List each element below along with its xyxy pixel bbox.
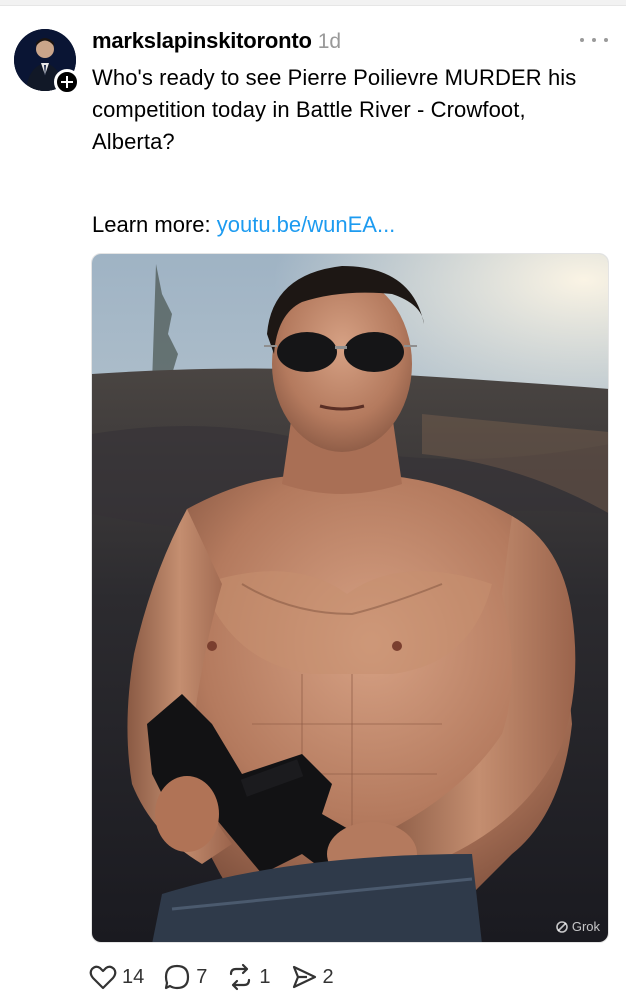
post-image[interactable]: Grok: [91, 253, 609, 943]
reply-button[interactable]: 7: [162, 962, 207, 992]
heart-icon: [89, 965, 117, 990]
repost-count: 1: [259, 965, 271, 988]
learn-more-line: Learn more: youtu.be/wunEA...: [92, 209, 395, 241]
learn-more-label: Learn more:: [92, 212, 217, 237]
comment-icon: [165, 964, 190, 990]
ellipsis-icon: [604, 38, 608, 42]
external-link[interactable]: youtu.be/wunEA...: [217, 212, 396, 237]
grok-icon: [556, 920, 568, 933]
more-options-button[interactable]: [580, 32, 608, 48]
like-button[interactable]: 14: [88, 962, 144, 992]
share-button[interactable]: 2: [289, 962, 334, 992]
share-count: 2: [322, 965, 334, 988]
action-bar: 14 7 1 2: [88, 960, 352, 994]
watermark: Grok: [555, 919, 600, 934]
ellipsis-icon: [580, 38, 584, 42]
post-body-text: Who's ready to see Pierre Poilievre MURD…: [92, 65, 577, 154]
ellipsis-icon: [592, 38, 596, 42]
username-link[interactable]: markslapinskitoronto: [92, 28, 312, 54]
post: markslapinskitoronto 1d Who's ready to s…: [0, 0, 626, 1000]
repost-button[interactable]: 1: [225, 962, 271, 992]
reply-count: 7: [196, 965, 208, 988]
repost-icon: [230, 963, 251, 991]
author-avatar[interactable]: [14, 29, 80, 95]
plus-icon: [61, 76, 73, 88]
watermark-label: Grok: [571, 919, 600, 934]
post-header: markslapinskitoronto 1d: [92, 28, 341, 54]
post-timestamp[interactable]: 1d: [318, 30, 341, 54]
send-icon: [292, 965, 316, 989]
like-count: 14: [122, 965, 145, 988]
follow-button[interactable]: [54, 69, 80, 95]
